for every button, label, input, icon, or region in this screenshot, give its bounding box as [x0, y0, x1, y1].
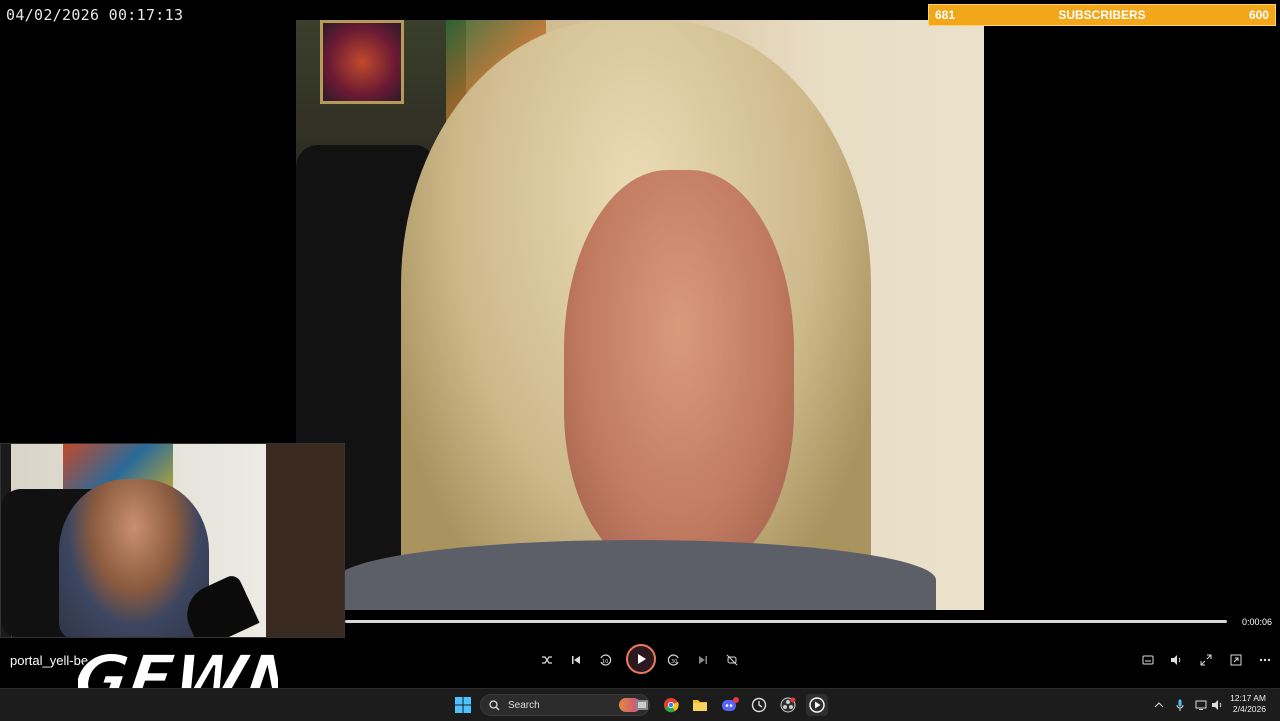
play-icon	[638, 654, 646, 664]
stream-timestamp: 04/02/2026 00:17:13	[6, 6, 184, 24]
subscriber-count: 681	[935, 8, 956, 22]
video-person-face	[564, 170, 794, 570]
tray-chevron-up-icon[interactable]	[1148, 694, 1170, 716]
subtitles-icon[interactable]	[1138, 650, 1158, 670]
volume-icon[interactable]	[1166, 650, 1186, 670]
media-player-icon[interactable]	[806, 694, 828, 716]
webcam-door	[266, 444, 344, 637]
subscriber-goal-bar: 681 SUBSCRIBERS 600	[928, 4, 1276, 26]
more-icon[interactable]	[1255, 650, 1275, 670]
taskbar-time: 12:17 AM	[1230, 693, 1266, 703]
svg-text:30: 30	[671, 659, 677, 665]
search-icon	[489, 699, 500, 710]
shuffle-icon[interactable]	[537, 650, 557, 670]
subscriber-label: SUBSCRIBERS	[1058, 8, 1146, 22]
clock-icon[interactable]	[748, 694, 770, 716]
fullscreen-icon[interactable]	[1196, 650, 1216, 670]
subscriber-goal: 600	[1248, 8, 1269, 22]
obs-icon[interactable]	[777, 694, 799, 716]
video-person-hoodie	[336, 540, 936, 610]
windows-taskbar: Search 12:17 AM 2/4/2026	[0, 688, 1280, 721]
previous-icon[interactable]	[566, 650, 586, 670]
chrome-icon[interactable]	[660, 694, 682, 716]
windows-start-icon[interactable]	[452, 694, 474, 716]
play-button[interactable]	[626, 644, 656, 674]
rewind-10-icon[interactable]: 10	[595, 650, 615, 670]
video-time-display: 0:00:06	[1242, 617, 1273, 627]
taskbar-date: 2/4/2026	[1232, 704, 1266, 714]
miniplayer-icon[interactable]	[1226, 650, 1246, 670]
task-view-icon[interactable]	[631, 694, 653, 716]
search-label: Search	[508, 699, 540, 711]
main-video[interactable]	[296, 20, 984, 610]
file-explorer-icon[interactable]	[689, 694, 711, 716]
taskbar-clock[interactable]: 12:17 AM 2/4/2026	[1230, 693, 1266, 715]
svg-text:10: 10	[602, 659, 608, 665]
discord-icon[interactable]	[719, 694, 741, 716]
media-controls: 10 30	[345, 640, 1280, 680]
next-icon[interactable]	[693, 650, 713, 670]
video-progress-bar[interactable]	[345, 620, 1227, 623]
repeat-off-icon[interactable]	[722, 650, 742, 670]
webcam-feed	[0, 443, 345, 638]
microphone-icon[interactable]	[1169, 694, 1191, 716]
forward-30-icon[interactable]: 30	[664, 650, 684, 670]
taskbar-search[interactable]: Search	[480, 694, 650, 716]
speaker-icon[interactable]	[1206, 694, 1228, 716]
stream-username: portal_yell-be	[10, 653, 89, 668]
video-wall-art	[320, 20, 404, 104]
